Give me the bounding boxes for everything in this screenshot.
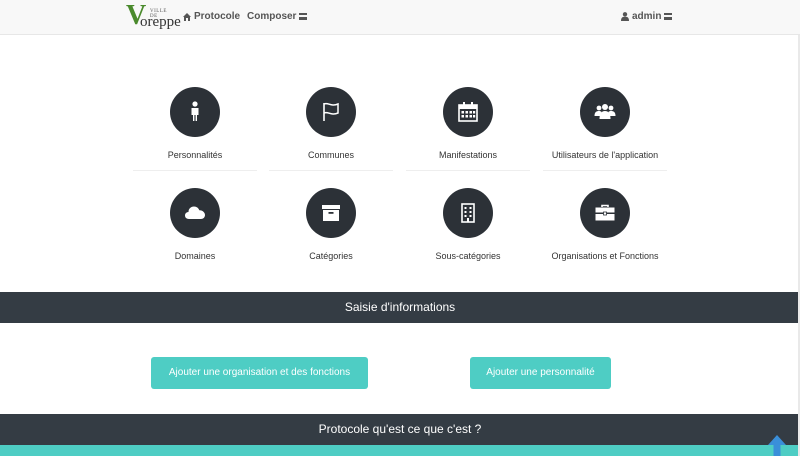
voreppe-logo[interactable]: V VILLE DE oreppe xyxy=(126,2,181,31)
tile-label: Utilisateurs de l'application xyxy=(551,150,659,160)
divider xyxy=(133,170,257,171)
tile-circle xyxy=(443,188,493,238)
teal-section-strip xyxy=(0,445,800,456)
nav-user-menu[interactable]: admin xyxy=(621,10,673,23)
tile-utilisateurs[interactable]: Utilisateurs de l'application xyxy=(543,87,667,171)
person-icon xyxy=(191,101,199,121)
home-icon xyxy=(183,12,191,21)
tile-circle xyxy=(170,188,220,238)
tile-label: Sous-catégories xyxy=(435,251,501,261)
tile-organisations[interactable]: Organisations et Fonctions xyxy=(543,188,667,262)
divider xyxy=(543,170,667,171)
flag-icon xyxy=(323,102,339,121)
tile-sous-categories[interactable]: Sous-catégories xyxy=(406,188,530,262)
top-navbar: V VILLE DE oreppe Protocole Composer adm… xyxy=(0,0,800,35)
tile-label: Catégories xyxy=(309,251,353,261)
divider xyxy=(406,170,530,171)
tile-communes[interactable]: Communes xyxy=(269,87,393,171)
tile-domaines[interactable]: Domaines xyxy=(133,188,257,262)
tile-circle xyxy=(580,188,630,238)
nav-composer-label: Composer xyxy=(247,11,297,22)
users-icon xyxy=(594,104,616,119)
tile-categories[interactable]: Catégories xyxy=(269,188,393,262)
tile-label: Personnalités xyxy=(167,150,223,160)
tile-circle xyxy=(443,87,493,137)
briefcase-icon xyxy=(595,204,615,221)
building-icon xyxy=(461,203,475,223)
logo-word: oreppe xyxy=(140,14,181,30)
cloud-icon xyxy=(185,206,205,219)
tile-manifestations[interactable]: Manifestations xyxy=(406,87,530,171)
tile-circle xyxy=(170,87,220,137)
calendar-icon xyxy=(458,102,478,122)
section-header-saisie: Saisie d'informations xyxy=(0,292,800,323)
archive-icon xyxy=(322,205,340,221)
divider xyxy=(269,170,393,171)
tile-circle xyxy=(306,87,356,137)
user-name: admin xyxy=(632,11,662,22)
tile-label: Manifestations xyxy=(438,150,498,160)
tile-personnalites[interactable]: Personnalités xyxy=(133,87,257,171)
nav-protocole[interactable]: Protocole xyxy=(183,10,240,23)
add-personnalite-button[interactable]: Ajouter une personnalité xyxy=(470,357,611,389)
tile-label: Communes xyxy=(307,150,354,160)
user-icon xyxy=(621,12,629,21)
menu-bars-icon xyxy=(299,13,308,20)
section-header-protocole: Protocole qu'est ce que c'est ? xyxy=(0,414,800,445)
tile-circle xyxy=(580,87,630,137)
menu-bars-icon xyxy=(664,13,673,20)
nav-protocole-label: Protocole xyxy=(194,11,241,22)
tile-circle xyxy=(306,188,356,238)
tile-label: Domaines xyxy=(174,251,216,261)
add-organisation-button[interactable]: Ajouter une organisation et des fonction… xyxy=(151,357,368,389)
nav-composer[interactable]: Composer xyxy=(247,10,308,23)
scroll-to-top-icon[interactable] xyxy=(767,434,787,456)
tile-label: Organisations et Fonctions xyxy=(551,251,659,261)
